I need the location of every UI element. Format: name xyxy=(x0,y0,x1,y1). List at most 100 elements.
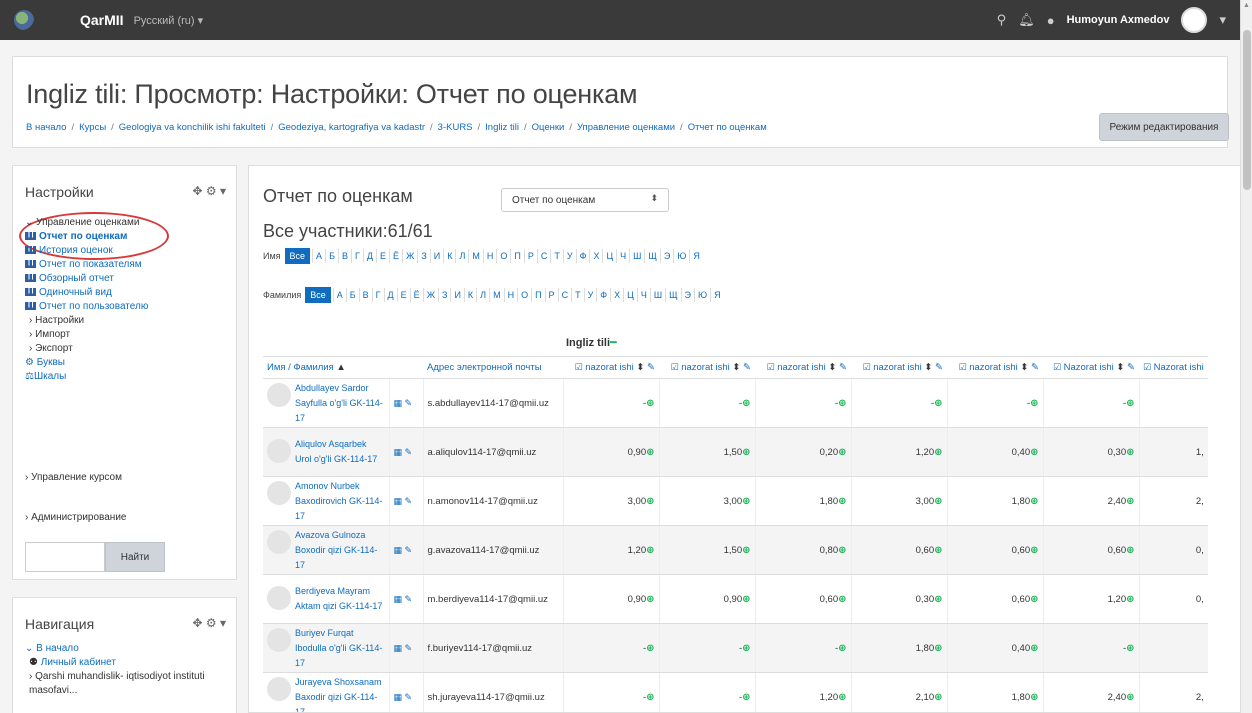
last-name-letter[interactable]: К xyxy=(463,288,476,302)
grade-cell[interactable]: -⊕ xyxy=(562,623,659,673)
last-name-all-button[interactable]: Все xyxy=(305,287,331,303)
nav-single-view[interactable]: Одиночный вид xyxy=(25,286,148,300)
first-name-letter[interactable]: Ё xyxy=(388,249,402,263)
first-name-letter[interactable]: В xyxy=(337,249,351,263)
avatar[interactable] xyxy=(267,480,291,505)
zoom-icon[interactable]: ⊕ xyxy=(1126,496,1134,507)
grade-cell[interactable]: -⊕ xyxy=(1042,623,1139,673)
user-name[interactable]: Humoyun Axmedov xyxy=(1067,14,1170,26)
scroll-up-icon[interactable]: ▲ xyxy=(1243,2,1250,9)
grade-item-header[interactable]: ☑ nazorat ishi ⬍ ✎ xyxy=(659,356,755,379)
first-name-letter[interactable]: Ж xyxy=(402,249,417,263)
zoom-icon[interactable]: ⊕ xyxy=(742,594,750,605)
zoom-icon[interactable]: ⊕ xyxy=(742,447,750,458)
last-name-letter[interactable]: Б xyxy=(345,288,359,302)
grade-cell[interactable]: -⊕ xyxy=(562,378,659,428)
zoom-icon[interactable]: ⊕ xyxy=(1126,643,1134,654)
zoom-icon[interactable]: ⊕ xyxy=(646,594,654,605)
first-name-letter[interactable]: Л xyxy=(455,249,468,263)
last-name-letter[interactable]: Ц xyxy=(623,288,637,302)
zoom-icon[interactable]: ⊕ xyxy=(1126,398,1134,409)
grid-icon[interactable]: ▦ xyxy=(394,496,405,506)
avatar[interactable] xyxy=(267,586,291,610)
grade-item-label[interactable]: Nazorat ishi xyxy=(1064,362,1114,373)
grid-icon[interactable]: ▦ xyxy=(394,643,405,653)
first-name-letter[interactable]: Ф xyxy=(575,249,590,263)
block-actions-icon[interactable]: ✥ ⚙ ▾ xyxy=(192,184,226,198)
first-name-letter[interactable]: Е xyxy=(375,249,389,263)
col-name-header[interactable]: Имя / Фамилия ▲ xyxy=(263,356,389,379)
first-name-letter[interactable]: У xyxy=(562,249,576,263)
grade-cell[interactable]: -⊕ xyxy=(562,672,659,712)
collapse-icon[interactable]: ━ xyxy=(610,337,617,349)
grade-item-label[interactable]: nazorat ishi xyxy=(681,362,730,373)
zoom-icon[interactable]: ⊕ xyxy=(646,545,654,556)
zoom-icon[interactable]: ⊕ xyxy=(742,398,750,409)
user-avatar[interactable] xyxy=(1181,7,1208,33)
zoom-icon[interactable]: ⊕ xyxy=(1126,545,1134,556)
last-name-letter[interactable]: М xyxy=(489,288,504,302)
site-brand[interactable]: QarMII xyxy=(80,12,124,28)
first-name-letter[interactable]: Ю xyxy=(673,249,689,263)
grade-item-header[interactable]: ☑ Nazorat ishi ⬍ ✎ xyxy=(1043,356,1139,379)
grade-cell[interactable]: 3,00⊕ xyxy=(850,476,947,526)
grade-cell[interactable]: -⊕ xyxy=(754,623,851,673)
first-name-letter[interactable]: К xyxy=(443,249,455,263)
last-name-letter[interactable]: Л xyxy=(476,288,489,302)
first-name-letter[interactable]: Х xyxy=(589,249,602,263)
grid-icon[interactable]: ▦ xyxy=(394,692,405,702)
grade-cell[interactable]: 0,40⊕ xyxy=(946,427,1043,477)
zoom-icon[interactable]: ⊕ xyxy=(934,398,942,409)
grade-cell[interactable]: 0,20⊕ xyxy=(754,427,851,477)
avatar[interactable] xyxy=(267,676,291,701)
avatar[interactable] xyxy=(267,382,291,407)
last-name-letter[interactable]: Е xyxy=(396,288,410,302)
zoom-icon[interactable]: ⊕ xyxy=(742,496,750,507)
sort-icon[interactable]: ⬍ xyxy=(1114,362,1127,373)
sort-icon[interactable]: ⬍ xyxy=(922,362,935,373)
avatar[interactable] xyxy=(267,439,291,463)
grade-cell[interactable] xyxy=(1138,378,1208,428)
breadcrumb-grader-report[interactable]: Отчет по оценкам xyxy=(688,122,767,133)
grade-cell[interactable]: 1,50⊕ xyxy=(658,427,755,477)
first-name-letter[interactable]: А xyxy=(312,249,325,263)
zoom-icon[interactable]: ⊕ xyxy=(742,643,750,654)
first-name-letter[interactable]: М xyxy=(468,249,483,263)
zoom-icon[interactable]: ⊕ xyxy=(838,643,846,654)
grade-cell[interactable]: -⊕ xyxy=(754,378,851,428)
nav-import[interactable]: › Импорт xyxy=(25,328,148,342)
grade-cell[interactable]: 3,00⊕ xyxy=(658,476,755,526)
last-name-letter[interactable]: И xyxy=(450,288,463,302)
grade-cell[interactable]: 1,20⊕ xyxy=(562,525,659,575)
nav-user-report[interactable]: Отчет по пользователю xyxy=(25,300,148,314)
edit-icon[interactable]: ✎ xyxy=(405,398,413,408)
grade-cell[interactable]: 1,80⊕ xyxy=(946,476,1043,526)
last-name-letter[interactable]: П xyxy=(531,288,544,302)
last-name-letter[interactable]: Н xyxy=(503,288,518,302)
nav-dashboard[interactable]: ⚉ Личный кабинет xyxy=(25,656,205,670)
last-name-letter[interactable]: Г xyxy=(371,288,384,302)
zoom-icon[interactable]: ⊕ xyxy=(1126,447,1134,458)
last-name-letter[interactable]: Х xyxy=(610,288,623,302)
avatar[interactable] xyxy=(267,627,291,652)
vertical-scrollbar[interactable]: ▲ xyxy=(1240,0,1252,713)
last-name-letter[interactable]: О xyxy=(517,288,531,302)
zoom-icon[interactable]: ⊕ xyxy=(934,692,942,703)
nav-home[interactable]: ⌄ В начало xyxy=(25,642,205,656)
nav-grader-report[interactable]: Отчет по оценкам xyxy=(25,230,148,244)
grade-cell[interactable]: 0,90⊕ xyxy=(658,574,755,624)
zoom-icon[interactable]: ⊕ xyxy=(646,447,654,458)
last-name-letter[interactable]: Ч xyxy=(636,288,650,302)
grade-cell[interactable]: 1, xyxy=(1138,427,1208,477)
last-name-letter[interactable]: В xyxy=(358,288,372,302)
student-name-link[interactable]: Aliqulov Asqarbek Urol o'g'li GK-114-17 xyxy=(295,437,385,467)
edit-icon[interactable]: ✎ xyxy=(405,692,413,702)
breadcrumb-courses[interactable]: Курсы xyxy=(79,122,106,133)
grade-cell[interactable]: 3,00⊕ xyxy=(562,476,659,526)
last-name-letter[interactable]: З xyxy=(438,288,450,302)
bell-icon[interactable]: 🔔︎ xyxy=(1018,12,1035,28)
first-name-letter[interactable]: Ш xyxy=(629,249,644,263)
first-name-letter[interactable]: Р xyxy=(523,249,537,263)
first-name-letter[interactable]: Э xyxy=(659,249,673,263)
grade-cell[interactable]: -⊕ xyxy=(658,672,755,712)
